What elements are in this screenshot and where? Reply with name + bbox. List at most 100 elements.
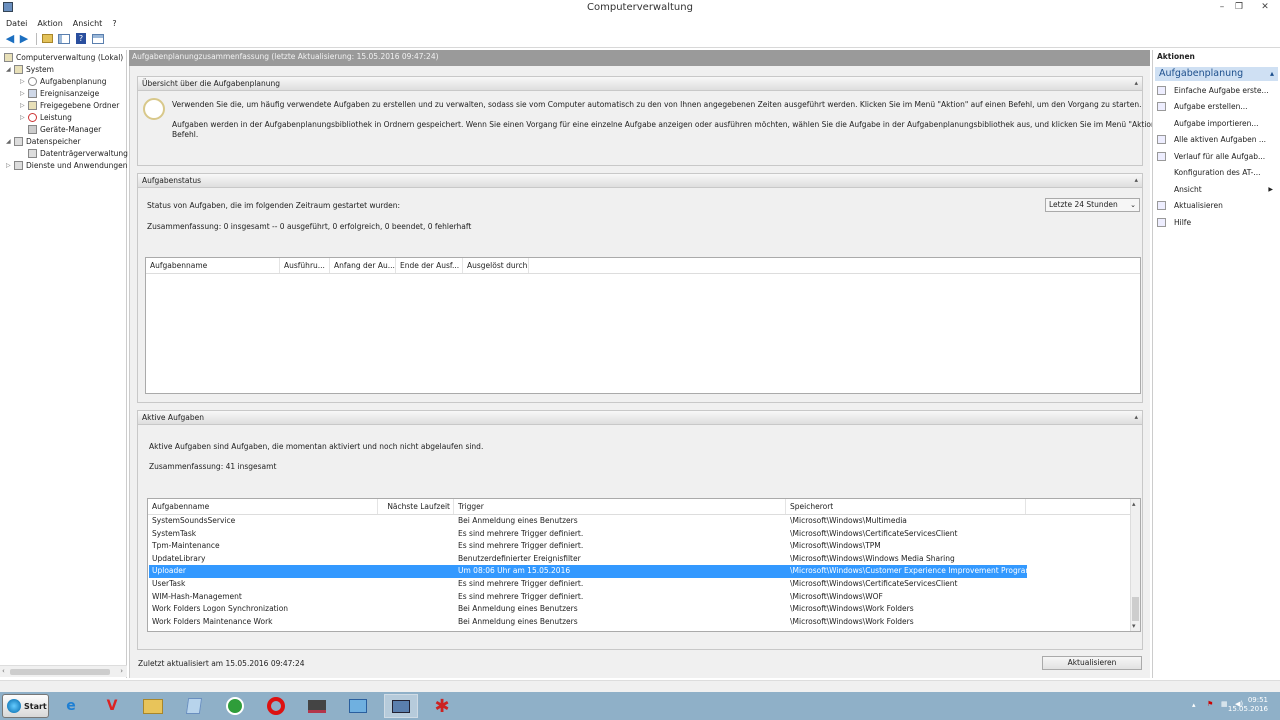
scroll-left-icon[interactable]: ‹ bbox=[2, 667, 5, 675]
scroll-up-icon[interactable]: ▴ bbox=[1132, 500, 1136, 508]
collapse-icon[interactable]: ▴ bbox=[1134, 411, 1138, 424]
tree-item-leistung[interactable]: ▷ Leistung bbox=[20, 112, 72, 123]
tree-item-computerverwaltung[interactable]: Computerverwaltung (Lokal) bbox=[4, 52, 123, 63]
active-tasks-header[interactable]: Aktive Aufgaben ▴ bbox=[138, 411, 1142, 425]
collapse-icon[interactable]: ◢ bbox=[6, 66, 14, 73]
start-button[interactable]: Start bbox=[2, 694, 49, 718]
refresh-button[interactable]: Aktualisieren bbox=[1042, 656, 1142, 670]
scroll-down-icon[interactable]: ▾ bbox=[1132, 622, 1136, 630]
expand-icon[interactable]: ▷ bbox=[20, 90, 28, 97]
table-row[interactable]: UpdateLibrary Benutzerdefinierter Ereigni… bbox=[149, 553, 1129, 566]
expand-icon[interactable]: ▷ bbox=[6, 162, 14, 169]
back-arrow-icon[interactable]: ◀ bbox=[3, 32, 17, 46]
puzzle-app-icon[interactable]: ✱ bbox=[425, 694, 459, 718]
table-row[interactable]: SystemSoundsService Bei Anmeldung eines B… bbox=[149, 515, 1129, 528]
action-item[interactable]: Konfiguration des AT-... bbox=[1157, 166, 1277, 180]
network-icon[interactable]: ▦ bbox=[1221, 700, 1228, 708]
column-header[interactable]: Anfang der Au... bbox=[330, 258, 396, 273]
tree-item-dienste[interactable]: ▷ Dienste und Anwendungen bbox=[6, 160, 128, 171]
restore-button[interactable]: ❐ bbox=[1232, 1, 1246, 13]
column-header[interactable]: Nächste Laufzeit bbox=[378, 499, 454, 514]
action-label: Ansicht bbox=[1174, 184, 1202, 194]
taskbar: Start e V ✱ ▴ ⚑ ▦ ◀) 09:51 15.05.2016 bbox=[0, 692, 1280, 720]
up-folder-icon[interactable] bbox=[40, 32, 54, 46]
table-row[interactable]: UserTask Es sind mehrere Trigger definier… bbox=[149, 578, 1129, 591]
scroll-right-icon[interactable]: › bbox=[120, 667, 123, 675]
table-row[interactable]: Uploader Um 08:06 Uhr am 15.05.2016 \Micro… bbox=[149, 565, 1027, 578]
tree-item-datentraegerverwaltung[interactable]: Datenträgerverwaltung bbox=[28, 148, 128, 159]
tree-item-freigegebene-ordner[interactable]: ▷ Freigegebene Ordner bbox=[20, 100, 119, 111]
tree-item-system[interactable]: ◢ System bbox=[6, 64, 54, 75]
tree-item-datenspeicher[interactable]: ◢ Datenspeicher bbox=[6, 136, 81, 147]
active-tasks-vertical-scrollbar[interactable]: ▴ ▾ bbox=[1130, 499, 1140, 631]
vivaldi-icon[interactable]: V bbox=[95, 694, 129, 718]
column-header[interactable]: Aufgabenname bbox=[148, 499, 378, 514]
clock-time: 09:51 bbox=[1247, 696, 1268, 704]
internet-explorer-icon[interactable]: e bbox=[54, 694, 88, 718]
clock-icon bbox=[28, 77, 37, 86]
expand-icon[interactable]: ▷ bbox=[20, 114, 28, 121]
action-item[interactable]: Ansicht ▶ bbox=[1157, 182, 1277, 196]
file-explorer-icon[interactable] bbox=[136, 694, 170, 718]
help-icon[interactable]: ? bbox=[74, 32, 88, 46]
action-item[interactable]: Einfache Aufgabe erste... bbox=[1157, 83, 1277, 97]
clock[interactable]: 09:51 15.05.2016 bbox=[1228, 696, 1268, 714]
close-button[interactable]: ✕ bbox=[1258, 1, 1272, 13]
period-value: Letzte 24 Stunden bbox=[1049, 200, 1118, 209]
table-row[interactable]: Work Folders Logon Synchronization Bei An… bbox=[149, 603, 1129, 616]
expand-icon[interactable]: ▷ bbox=[20, 78, 28, 85]
action-item[interactable]: Hilfe bbox=[1157, 215, 1277, 229]
flag-icon[interactable]: ⚑ bbox=[1207, 700, 1213, 708]
table-row[interactable]: WIM-Hash-Management Es sind mehrere Trigg… bbox=[149, 591, 1129, 604]
action-item[interactable]: Alle aktiven Aufgaben ... bbox=[1157, 133, 1277, 147]
show-hide-tree-icon[interactable] bbox=[57, 32, 71, 46]
chevron-down-icon: ⌄ bbox=[1130, 201, 1136, 209]
column-header[interactable]: Ausgelöst durch bbox=[463, 258, 529, 273]
table-row[interactable]: Work Folders Maintenance Work Bei Anmeldu… bbox=[149, 616, 1129, 629]
column-header[interactable]: Trigger bbox=[454, 499, 786, 514]
computer-management-taskbar-icon[interactable] bbox=[384, 694, 418, 718]
column-header[interactable]: Ausführu... bbox=[280, 258, 330, 273]
notes-icon[interactable] bbox=[177, 694, 211, 718]
minimize-button[interactable]: – bbox=[1215, 1, 1229, 13]
menu-help[interactable]: ? bbox=[112, 19, 116, 28]
tree-horizontal-scrollbar[interactable]: ‹ › bbox=[0, 665, 127, 677]
properties-icon[interactable] bbox=[91, 32, 105, 46]
tree-item-ereignisanzeige[interactable]: ▷ Ereignisanzeige bbox=[20, 88, 99, 99]
menu-ansicht[interactable]: Ansicht bbox=[73, 19, 103, 28]
table-row[interactable]: Tpm-Maintenance Es sind mehrere Trigger d… bbox=[149, 540, 1129, 553]
collapse-icon[interactable]: ▴ bbox=[1134, 174, 1138, 187]
remote-desktop-icon[interactable] bbox=[300, 694, 334, 718]
show-hidden-icons-icon[interactable]: ▴ bbox=[1192, 701, 1196, 709]
security-icon[interactable] bbox=[218, 694, 252, 718]
scrollbar-thumb[interactable] bbox=[10, 669, 110, 675]
tree-item-aufgabenplanung[interactable]: ▷ Aufgabenplanung bbox=[20, 76, 106, 87]
collapse-icon[interactable]: ▴ bbox=[1134, 77, 1138, 90]
collapse-icon[interactable]: ◢ bbox=[6, 138, 14, 145]
control-panel-icon[interactable] bbox=[341, 694, 375, 718]
overview-header[interactable]: Übersicht über die Aufgabenplanung ▴ bbox=[138, 77, 1142, 91]
period-select[interactable]: Letzte 24 Stunden ⌄ bbox=[1045, 198, 1140, 212]
column-header[interactable]: Aufgabenname bbox=[146, 258, 280, 273]
status-header[interactable]: Aufgabenstatus ▴ bbox=[138, 174, 1142, 188]
table-row[interactable]: SystemTask Es sind mehrere Trigger defini… bbox=[149, 528, 1129, 541]
column-header[interactable]: Speicherort bbox=[786, 499, 1026, 514]
action-item[interactable]: Verlauf für alle Aufgab... bbox=[1157, 149, 1277, 163]
action-item[interactable]: Aufgabe erstellen... bbox=[1157, 100, 1277, 114]
performance-icon bbox=[28, 113, 37, 122]
tree-item-geraete-manager[interactable]: Geräte-Manager bbox=[28, 124, 101, 135]
overview-text-2: Aufgaben werden in der Aufgabenplanungsb… bbox=[172, 120, 1197, 129]
expand-icon[interactable]: ▷ bbox=[20, 102, 28, 109]
action-item[interactable]: Aktualisieren bbox=[1157, 199, 1277, 213]
opera-icon[interactable] bbox=[259, 694, 293, 718]
actions-subtitle[interactable]: Aufgabenplanung ▴ bbox=[1155, 67, 1278, 81]
column-header[interactable]: Ende der Ausf... bbox=[396, 258, 463, 273]
menu-aktion[interactable]: Aktion bbox=[37, 19, 62, 28]
disk-icon bbox=[28, 149, 37, 158]
action-item[interactable]: Aufgabe importieren... bbox=[1157, 116, 1277, 130]
collapse-icon[interactable]: ▴ bbox=[1270, 67, 1274, 81]
table-cell: UserTask bbox=[152, 579, 186, 588]
scrollbar-thumb[interactable] bbox=[1132, 597, 1139, 621]
forward-arrow-icon[interactable]: ▶ bbox=[17, 32, 31, 46]
menu-datei[interactable]: Datei bbox=[6, 19, 27, 28]
